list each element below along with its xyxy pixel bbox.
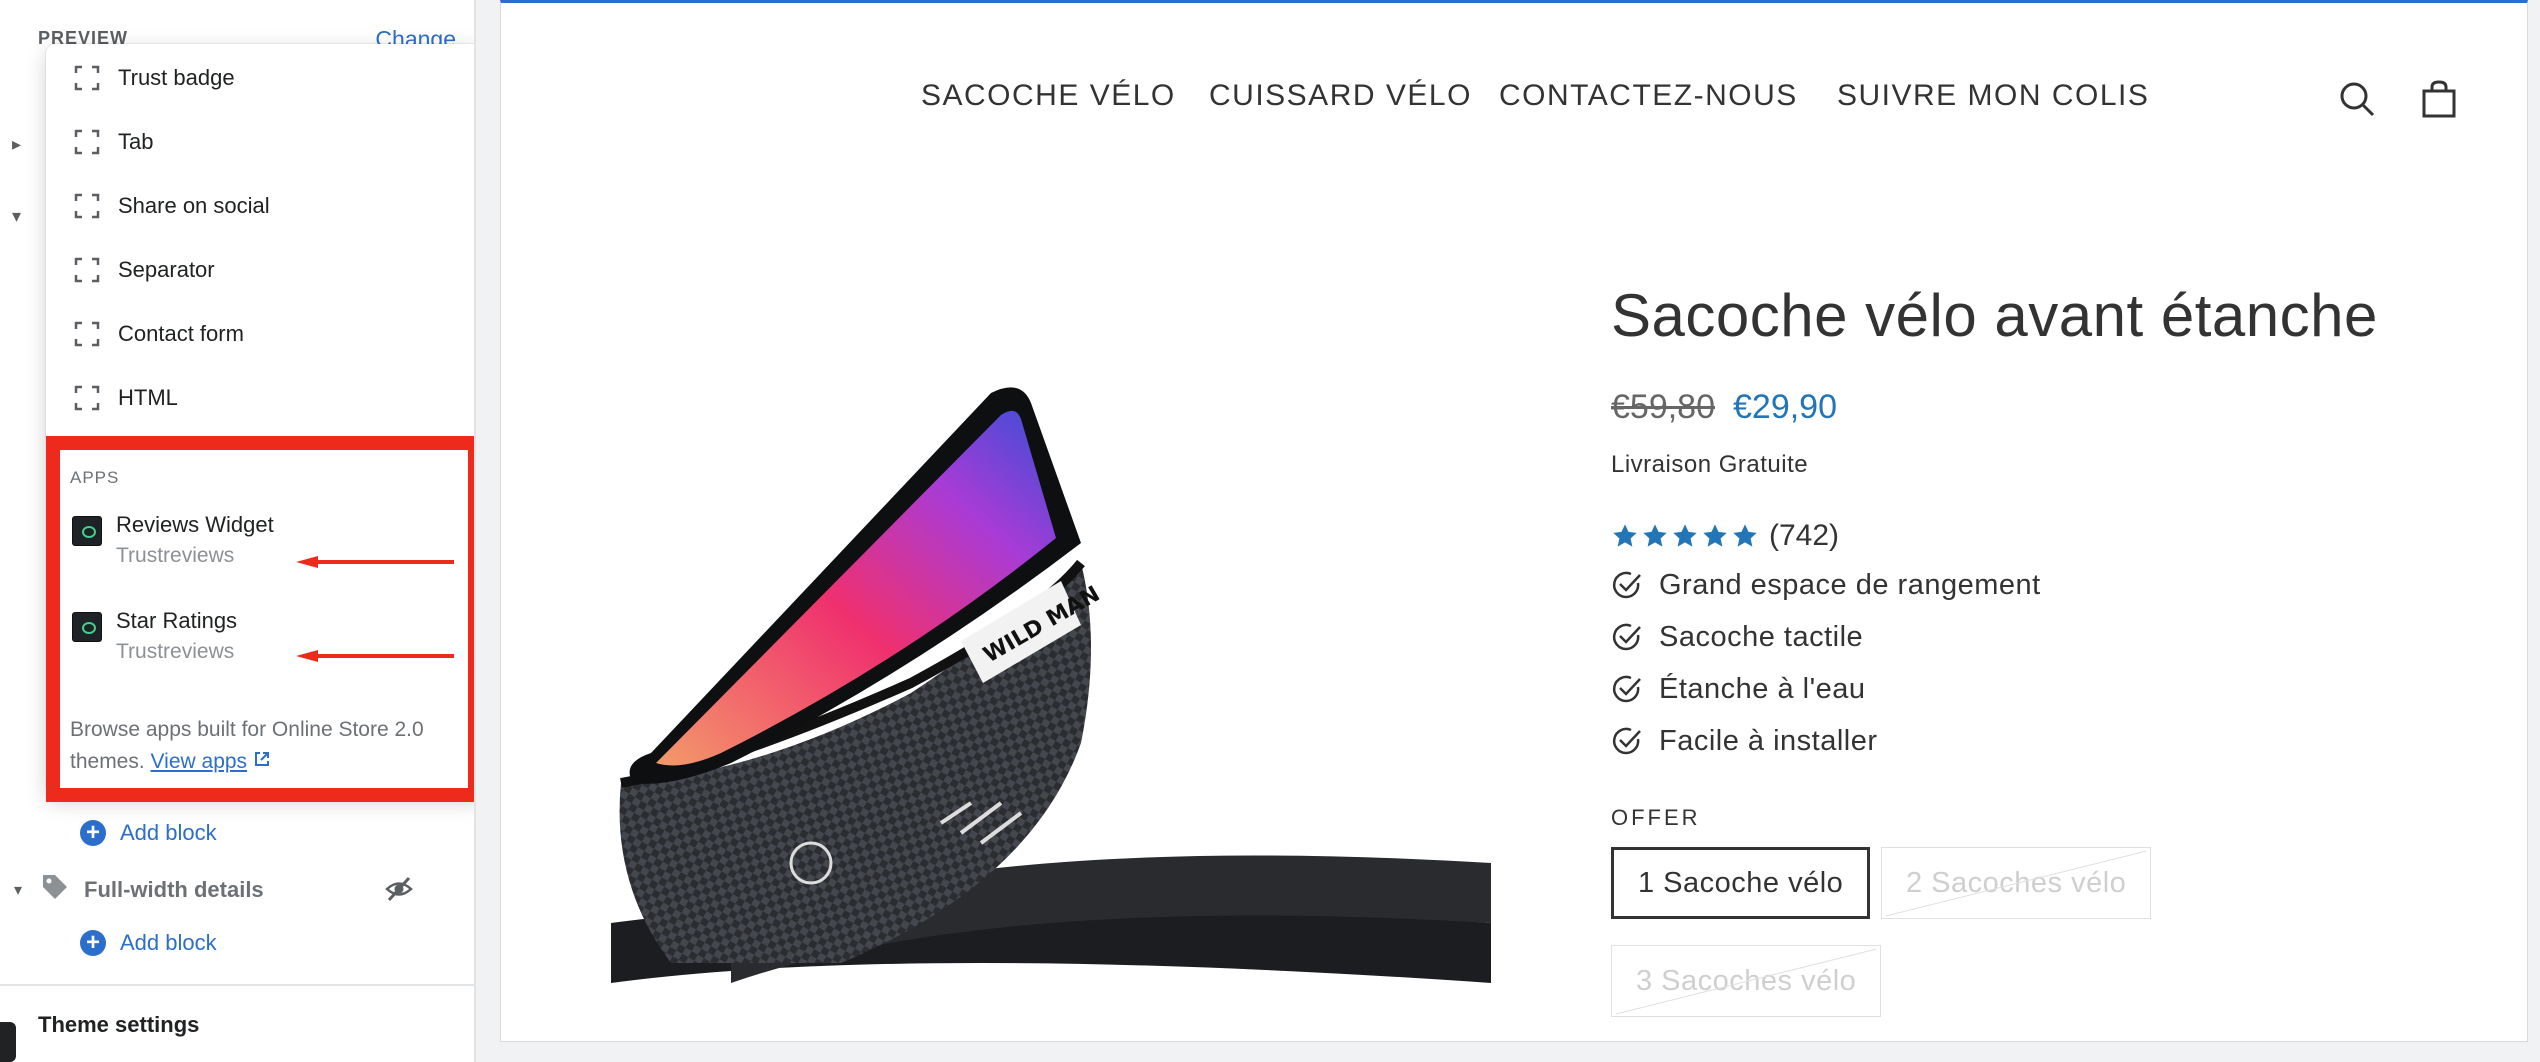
block-option-label: Tab bbox=[118, 129, 154, 154]
apps-help-copy: Browse apps built for Online Store 2.0 t… bbox=[70, 718, 424, 773]
check-circle-icon bbox=[1612, 727, 1641, 755]
app-name: Reviews Widget bbox=[116, 512, 274, 537]
plus-circle-icon: + bbox=[80, 930, 106, 956]
block-option-share-on-social[interactable]: Share on social bbox=[74, 186, 270, 226]
block-option-tab[interactable]: Tab bbox=[74, 122, 153, 162]
add-block-label: Add block bbox=[120, 820, 217, 845]
star-icon bbox=[1643, 524, 1667, 547]
check-circle-icon bbox=[1612, 675, 1641, 703]
check-circle-icon bbox=[1612, 571, 1641, 599]
nav-link-suivre-mon-colis[interactable]: SUIVRE MON COLIS bbox=[1837, 79, 2149, 113]
add-block-label: Add block bbox=[120, 930, 217, 955]
sale-price: €29,90 bbox=[1733, 388, 1837, 426]
review-count: (742) bbox=[1769, 519, 1840, 552]
tag-icon bbox=[40, 872, 84, 909]
price-row: €59,80 €29,90 bbox=[1611, 388, 2511, 427]
hidden-eye-icon[interactable] bbox=[384, 874, 414, 909]
star-rating bbox=[1611, 522, 1759, 550]
app-vendor: Trustreviews bbox=[116, 640, 235, 663]
apps-highlight-box: APPS Reviews Widget Trustreviews Star Ra… bbox=[46, 436, 474, 802]
block-frame-icon bbox=[74, 129, 100, 155]
block-frame-icon bbox=[74, 385, 100, 411]
storefront-preview: SACOCHE VÉLO CUISSARD VÉLO CONTACTEZ-NOU… bbox=[500, 0, 2528, 1042]
offer-label: OFFER bbox=[1611, 805, 1701, 830]
feature-item: Sacoche tactile bbox=[1611, 617, 2511, 657]
block-option-html[interactable]: HTML bbox=[74, 378, 178, 418]
main-nav: SACOCHE VÉLO CUISSARD VÉLO CONTACTEZ-NOU… bbox=[501, 79, 2527, 119]
feature-label: Étanche à l'eau bbox=[1659, 672, 1866, 705]
feature-item: Grand espace de rangement bbox=[1611, 565, 2511, 605]
block-option-label: Contact form bbox=[118, 321, 244, 346]
app-vendor: Trustreviews bbox=[116, 544, 235, 567]
block-option-contact-form[interactable]: Contact form bbox=[74, 314, 244, 354]
theme-settings-button[interactable]: Theme settings bbox=[38, 1012, 199, 1038]
product-title: Sacoche vélo avant étanche bbox=[1611, 282, 2378, 349]
block-option-label: Share on social bbox=[118, 193, 270, 218]
section-name: Full-width details bbox=[84, 877, 264, 902]
app-option-star-ratings[interactable]: Star Ratings Trustreviews bbox=[72, 608, 452, 672]
star-icon bbox=[1673, 524, 1697, 547]
collapse-caret-icon[interactable]: ▾ bbox=[14, 880, 40, 900]
external-link-icon bbox=[254, 752, 269, 766]
nav-link-sacoche-velo[interactable]: SACOCHE VÉLO bbox=[921, 79, 1176, 113]
block-option-label: Trust badge bbox=[118, 65, 235, 90]
check-circle-icon bbox=[1612, 623, 1641, 651]
apps-heading: APPS bbox=[70, 468, 120, 487]
view-apps-link[interactable]: View apps bbox=[151, 750, 248, 773]
app-logo bbox=[72, 612, 102, 642]
block-option-label: HTML bbox=[118, 385, 178, 410]
feature-label: Facile à installer bbox=[1659, 724, 1878, 757]
expand-caret-icon[interactable]: ▸ bbox=[12, 134, 21, 155]
nav-link-cuissard-velo[interactable]: CUISSARD VÉLO bbox=[1209, 79, 1472, 113]
section-full-width-details[interactable]: ▾ Full-width details bbox=[14, 872, 414, 908]
feature-item: Étanche à l'eau bbox=[1611, 669, 2511, 709]
star-icon bbox=[1703, 524, 1727, 547]
add-block-button[interactable]: + Add block bbox=[80, 926, 217, 960]
block-option-trust-badge[interactable]: Trust badge bbox=[74, 58, 235, 98]
block-option-label: Separator bbox=[118, 257, 215, 282]
rating-row[interactable]: (742) bbox=[1611, 519, 2511, 553]
block-option-separator[interactable]: Separator bbox=[74, 250, 215, 290]
annotation-arrow-icon bbox=[296, 650, 454, 662]
variant-option-2[interactable]: 2 Sacoches vélo bbox=[1881, 847, 2152, 919]
plus-circle-icon: + bbox=[80, 820, 106, 846]
product-image[interactable]: WILD MAN bbox=[611, 363, 1491, 1041]
star-icon bbox=[1733, 524, 1757, 547]
compare-at-price: €59,80 bbox=[1611, 388, 1715, 426]
variant-picker: 1 Sacoche vélo 2 Sacoches vélo 3 Sacoche… bbox=[1611, 847, 2511, 1037]
search-icon[interactable] bbox=[2337, 79, 2377, 119]
block-frame-icon bbox=[74, 321, 100, 347]
apps-help-text: Browse apps built for Online Store 2.0 t… bbox=[70, 714, 450, 778]
block-frame-icon bbox=[74, 193, 100, 219]
feature-label: Sacoche tactile bbox=[1659, 620, 1864, 653]
add-block-button[interactable]: + Add block bbox=[80, 816, 217, 850]
feature-item: Facile à installer bbox=[1611, 721, 2511, 761]
app-name: Star Ratings bbox=[116, 608, 238, 633]
app-logo bbox=[72, 516, 102, 546]
divider bbox=[0, 984, 474, 986]
cart-bag-icon[interactable] bbox=[2419, 79, 2459, 119]
block-frame-icon bbox=[74, 257, 100, 283]
theme-editor-sidebar: PREVIEW Change ▸ ▾ + Add block ▾ Full-wi… bbox=[0, 0, 476, 1062]
product-info: Sacoche vélo avant étanche €59,80 €29,90… bbox=[1611, 281, 2511, 1037]
collapse-caret-icon[interactable]: ▾ bbox=[12, 206, 21, 227]
nav-link-contactez-nous[interactable]: CONTACTEZ-NOUS bbox=[1499, 79, 1798, 113]
block-frame-icon bbox=[74, 65, 100, 91]
feature-label: Grand espace de rangement bbox=[1659, 568, 2041, 601]
shipping-note: Livraison Gratuite bbox=[1611, 451, 1809, 478]
star-icon bbox=[1613, 524, 1637, 547]
variant-option-1[interactable]: 1 Sacoche vélo bbox=[1611, 847, 1871, 919]
panel-handle[interactable] bbox=[0, 1022, 16, 1062]
annotation-arrow-icon bbox=[296, 556, 454, 568]
variant-option-3[interactable]: 3 Sacoches vélo bbox=[1611, 945, 1882, 1017]
